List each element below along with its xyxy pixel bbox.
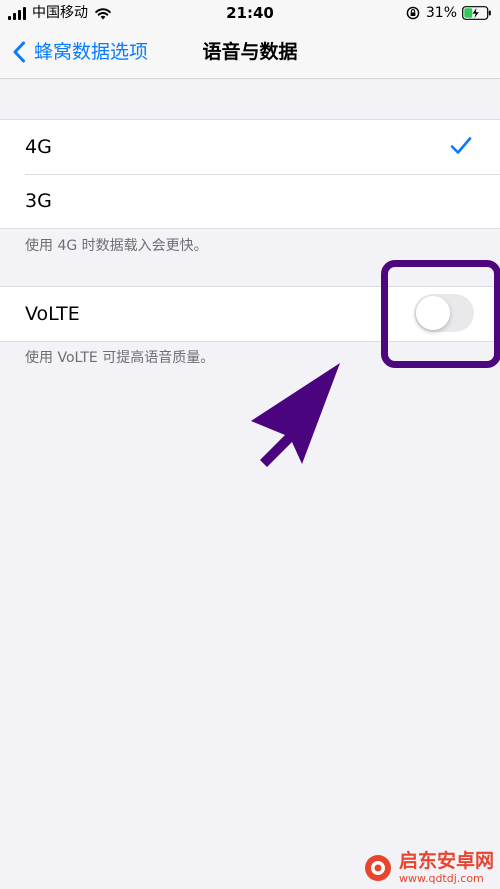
checkmark-icon <box>450 137 472 154</box>
battery-percent: 31% <box>425 5 457 21</box>
network-footer-note: 使用 4G 时数据载入会更快。 <box>25 238 208 254</box>
volte-toggle[interactable] <box>414 294 474 332</box>
option-3g-label: 3G <box>25 190 52 212</box>
volte-row: VoLTE <box>0 287 500 341</box>
status-bar-right: 31% <box>406 4 492 22</box>
page-title: 语音与数据 <box>202 41 298 63</box>
watermark: 启东安卓网 www.qdtdj.com <box>363 850 494 885</box>
network-options-group: 4G 3G <box>0 119 500 229</box>
battery-charging-icon <box>462 6 491 20</box>
volte-group: VoLTE <box>0 286 500 342</box>
option-3g[interactable]: 3G <box>0 174 500 228</box>
watermark-brand: 启东安卓网 <box>398 850 494 872</box>
arrow-annotation-icon <box>251 363 340 467</box>
navigation-bar: 蜂窝数据选项 语音与数据 <box>0 26 500 79</box>
option-4g-label: 4G <box>25 136 52 158</box>
volte-footer-note: 使用 VoLTE 可提高语音质量。 <box>25 350 215 366</box>
status-bar: 中国移动 21:40 31% <box>0 0 500 26</box>
toggle-knob <box>416 296 450 330</box>
screen: 中国移动 21:40 31% 蜂窝数据选项 语音与数据 4G 3G 使用 4G … <box>0 0 500 889</box>
watermark-text: 启东安卓网 www.qdtdj.com <box>399 850 494 885</box>
option-4g[interactable]: 4G <box>0 120 500 174</box>
orientation-lock-icon <box>406 6 420 20</box>
watermark-logo-icon <box>364 854 391 881</box>
volte-label: VoLTE <box>25 303 80 325</box>
watermark-url: www.qdtdj.com <box>398 872 484 885</box>
